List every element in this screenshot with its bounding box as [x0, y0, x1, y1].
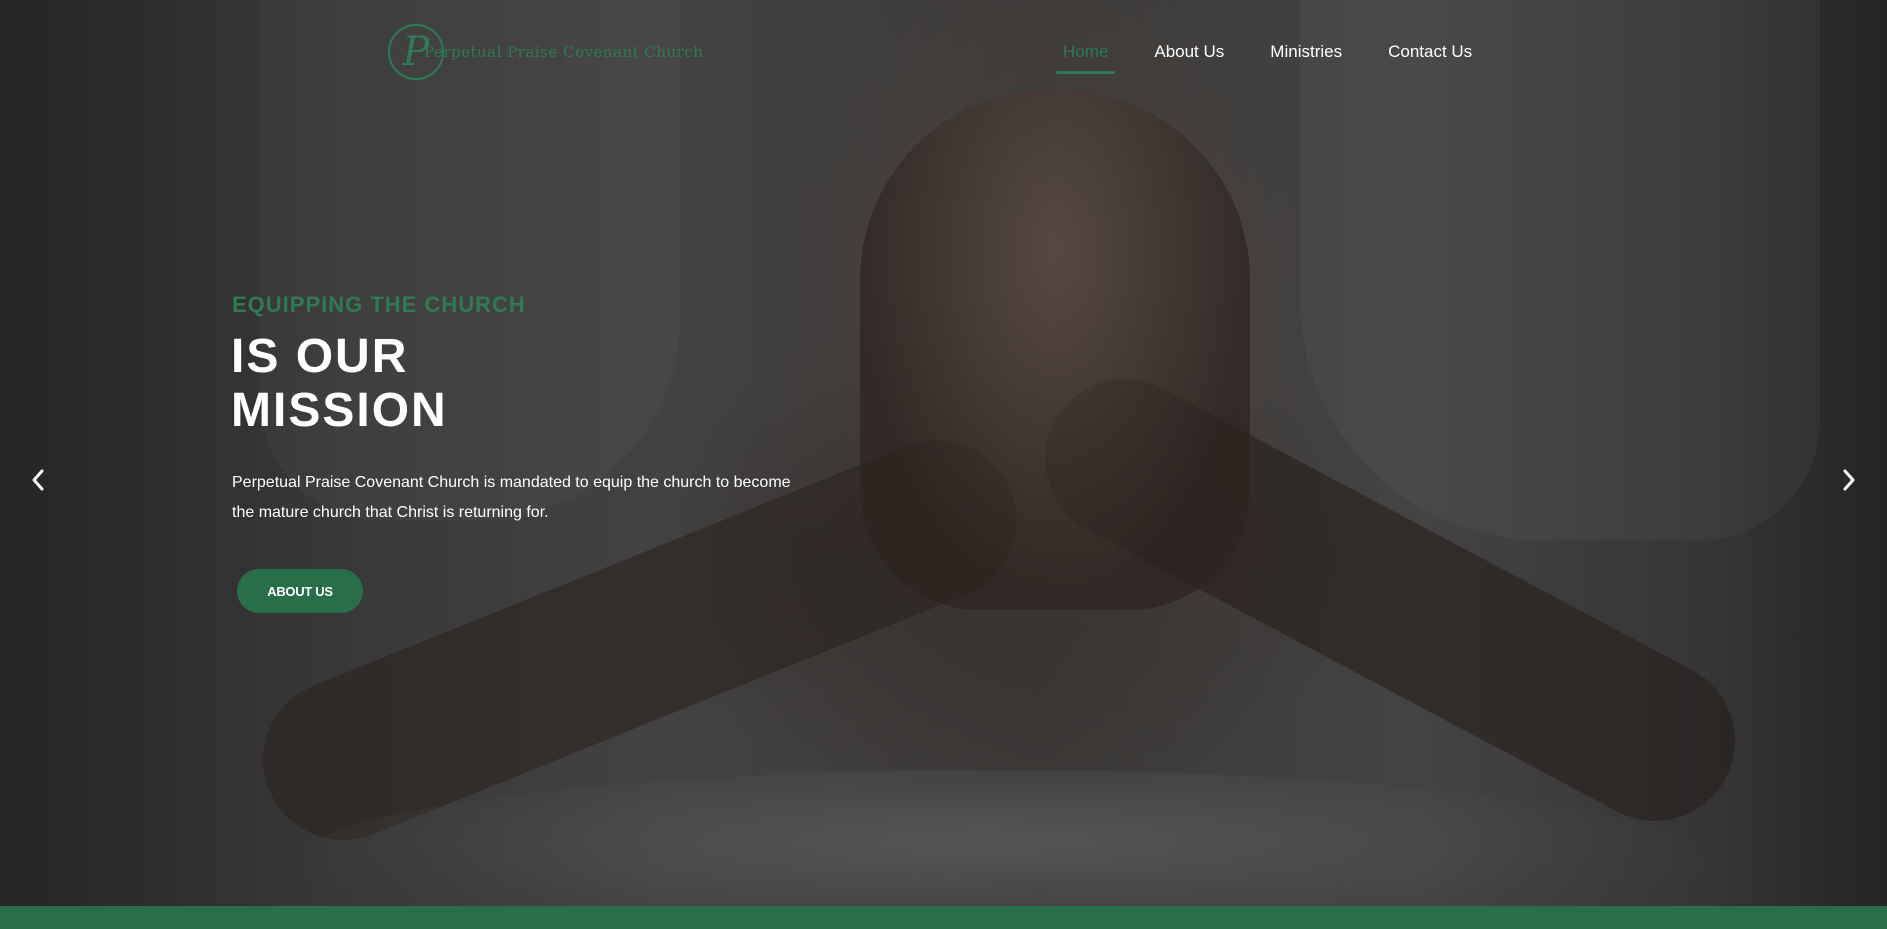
nav-item-home[interactable]: Home: [1055, 40, 1116, 74]
carousel-next-button[interactable]: [1834, 465, 1864, 495]
nav-item-ministries[interactable]: Ministries: [1270, 40, 1342, 74]
carousel-prev-button[interactable]: [23, 465, 53, 495]
chevron-right-icon: [1843, 469, 1855, 491]
about-us-button[interactable]: ABOUT US: [237, 569, 363, 613]
hero-headline: IS OUR MISSION: [231, 330, 448, 438]
nav-item-about-us[interactable]: About Us: [1154, 40, 1224, 74]
hero-description: Perpetual Praise Covenant Church is mand…: [232, 474, 791, 521]
site-logo[interactable]: P Perpetual Praise Covenant Church: [388, 20, 703, 84]
logo-text: Perpetual Praise Covenant Church: [424, 43, 704, 61]
hero-headline-line2: MISSION: [231, 384, 448, 437]
hero-eyebrow: EQUIPPING THE CHURCH: [232, 292, 526, 317]
chevron-left-icon: [32, 469, 44, 491]
main-nav: Home About Us Ministries Contact Us: [1040, 40, 1495, 74]
hero-slider: P Perpetual Praise Covenant Church Home …: [0, 0, 1887, 906]
hero-overlay: [0, 0, 1887, 906]
nav-item-contact-us[interactable]: Contact Us: [1388, 40, 1472, 74]
hero-headline-line1: IS OUR: [231, 330, 409, 383]
bottom-accent-bar: [0, 906, 1887, 929]
